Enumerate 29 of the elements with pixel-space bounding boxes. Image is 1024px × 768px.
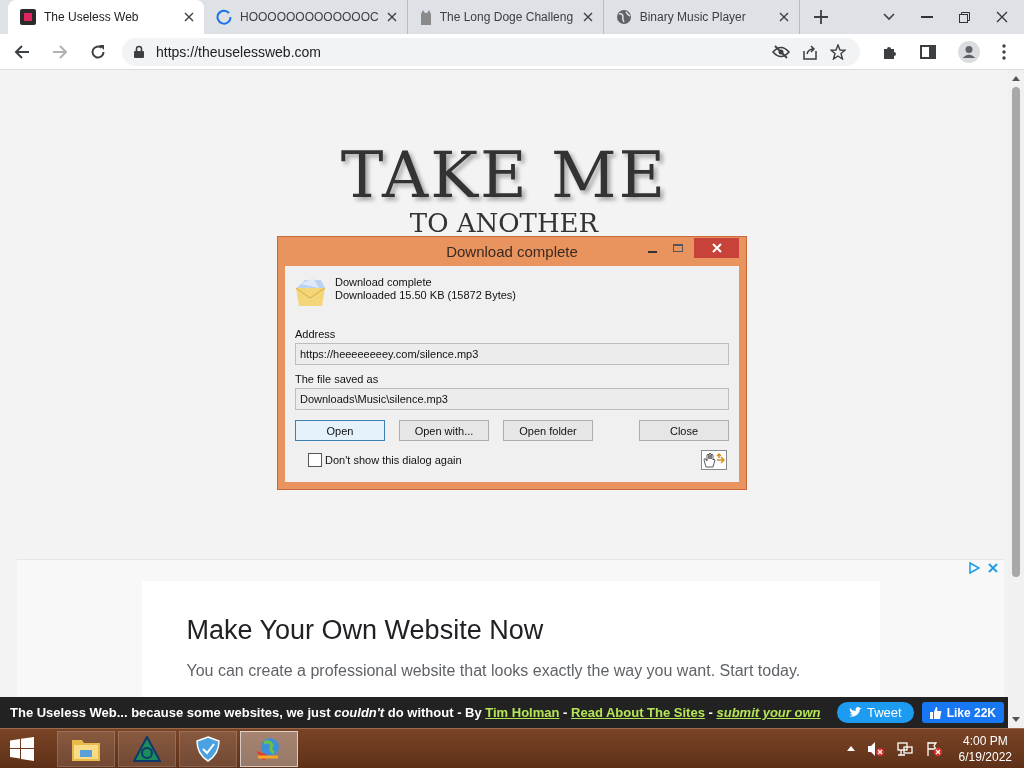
download-status: Download complete	[335, 276, 433, 290]
field-label: Address	[295, 328, 337, 341]
tab-title: The Long Doge Challeng	[439, 10, 575, 24]
download-size: Downloaded 15.50 KB (15872 Bytes)	[335, 289, 516, 303]
address-field[interactable]: https://heeeeeeeey.com/silence.mp3	[295, 343, 729, 366]
clock-time[interactable]: 4:00 PM	[962, 732, 1008, 749]
submit-link[interactable]: submit your own	[716, 705, 821, 721]
like-button[interactable]: Like 22K	[921, 702, 1004, 724]
clock-date[interactable]: 6/19/2022	[958, 748, 1012, 765]
dialog-button[interactable]: Close	[639, 420, 729, 442]
browser-tab[interactable]: The Useless Web	[8, 0, 204, 34]
tab-title: The Useless Web	[44, 10, 140, 24]
about-link[interactable]: Read About The Sites	[571, 705, 705, 721]
dialog-button[interactable]: Open with...	[399, 420, 489, 442]
dialog-title: Download complete	[446, 243, 578, 261]
author-link[interactable]: Tim Holman	[485, 705, 560, 721]
tab-title: Binary Music Player	[639, 10, 747, 24]
ad-title: Make Your Own Website Now	[186, 615, 545, 647]
ad-text: You can create a professional website that looks exactly the way you want. Start today.	[186, 662, 802, 681]
ad-card[interactable]: Make Your Own Website Now You can create a professional website that looks exactly the way you want. Start today.	[141, 581, 880, 698]
address-bar[interactable]: https://theuselessweb.com	[122, 37, 860, 66]
field-label: The file saved as	[295, 373, 380, 386]
tab-title: HOOOOOOOOOOOOOC	[240, 10, 379, 24]
checkbox-label: Don't show this dialog again	[325, 454, 462, 467]
footer-text: The Useless Web... because some websites, we just couldn't do without - By Tim Holman - Read About The Sites - submit your own	[10, 705, 821, 721]
url-text: https://theuselessweb.com	[156, 43, 321, 60]
saved-path-field[interactable]: Downloads\Music\silence.mp3	[295, 388, 729, 411]
dialog-button[interactable]: Open folder	[503, 420, 593, 442]
dialog-button[interactable]: Open	[295, 420, 385, 442]
